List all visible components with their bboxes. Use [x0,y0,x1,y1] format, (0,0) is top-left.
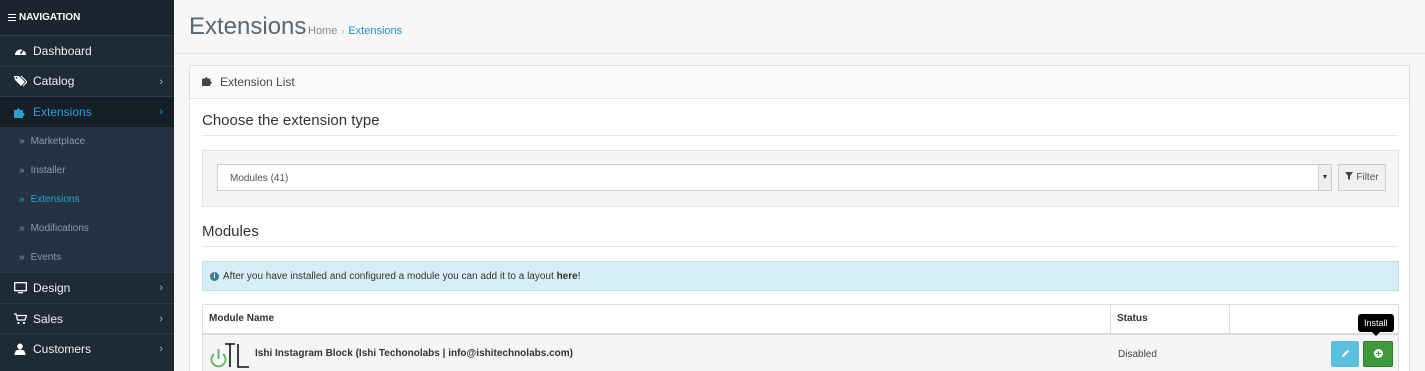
double-chevron-icon: » [19,135,25,147]
submenu-label: Modifications [30,223,89,235]
double-chevron-icon: » [19,223,25,235]
panel-title: Extension List [220,75,295,89]
tags-icon [12,75,28,87]
sidebar-item-label: Sales [33,311,64,326]
navigation-header[interactable]: NAVIGATION [0,0,174,35]
chevron-right-icon: › [159,75,163,88]
sidebar-item-sales[interactable]: Sales › [0,302,174,334]
submenu-item-extensions[interactable]: » Extensions [0,185,174,214]
modules-table: Module Name Status Ishi Instagram Block … [202,304,1399,371]
caret-down-icon[interactable]: ▼ [1318,165,1331,190]
sidebar-item-label: Dashboard [33,43,92,58]
submenu-item-events[interactable]: » Events [0,243,174,272]
double-chevron-icon: » [19,193,25,205]
chevron-right-icon: › [159,312,163,325]
table-row: Ishi Instagram Block (Ishi Techonolabs |… [203,335,1398,371]
edit-button[interactable] [1331,341,1359,367]
sidebar-item-design[interactable]: Design › [0,272,174,303]
sidebar-item-label: Extensions [33,104,92,119]
page-title: Extensions [189,13,307,40]
user-icon [12,343,28,356]
divider [202,246,1398,247]
sidebar-item-extensions[interactable]: Extensions › [0,96,174,127]
alert-here-link[interactable]: here [557,271,578,282]
install-tooltip: Install [1358,314,1394,336]
submenu-label: Marketplace [30,135,86,147]
page-header: Extensions Home › Extensions [174,0,1425,54]
submenu-item-modifications[interactable]: » Modifications [0,214,174,243]
module-logo-icon [210,343,249,368]
select-value: Modules (41) [230,173,289,184]
extension-type-select[interactable]: Modules (41) ▼ [217,164,1332,191]
navigation-label: NAVIGATION [19,12,81,23]
chevron-right-icon: › [159,106,163,118]
panel-heading: Extension List [190,66,1409,99]
sidebar-item-label: Customers [33,342,92,357]
filter-button[interactable]: Filter [1338,164,1386,191]
hamburger-icon [8,13,16,22]
info-circle-icon: i [210,271,219,281]
puzzle-icon [12,106,28,118]
double-chevron-icon: » [19,252,25,264]
modules-heading: Modules [202,223,259,240]
column-header-module-name[interactable]: Module Name [203,305,274,333]
pencil-icon [1341,347,1350,361]
breadcrumb-extensions[interactable]: Extensions [348,25,402,37]
sidebar-item-label: Catalog [33,74,75,89]
submenu-label: Installer [30,164,66,176]
filter-label: Filter [1356,172,1379,183]
column-header-status[interactable]: Status [1111,305,1148,333]
funnel-icon [1345,172,1354,183]
alert-text: After you have installed and configured … [223,270,554,282]
puzzle-icon [202,75,214,89]
module-name: Ishi Instagram Block (Ishi Techonolabs |… [255,348,573,359]
sidebar-item-customers[interactable]: Customers › [0,333,174,364]
extensions-submenu: » Marketplace » Installer » Extensions » Mod… [0,126,174,273]
submenu-item-installer[interactable]: » Installer [0,156,174,185]
sidebar-item-dashboard[interactable]: Dashboard [0,35,174,66]
divider [202,135,1398,136]
alert-end: ! [577,270,581,282]
sidebar-item-catalog[interactable]: Catalog › [0,65,174,97]
submenu-item-marketplace[interactable]: » Marketplace [0,127,174,156]
submenu-label: Events [30,252,62,264]
sidebar-item-label: Design [33,281,71,296]
plus-circle-icon [1373,347,1383,361]
breadcrumb-separator-icon: › [341,26,345,36]
filter-well: Modules (41) ▼ Filter [202,150,1399,207]
info-alert: i After you have installed and configure… [202,261,1399,291]
monitor-icon [12,282,28,294]
dashboard-icon [12,45,28,56]
sidebar: NAVIGATION Dashboard Catalog › Extension… [0,0,174,371]
breadcrumb-home[interactable]: Home [308,25,337,37]
submenu-label: Extensions [30,193,80,205]
breadcrumb: Home › Extensions [308,25,402,37]
chevron-right-icon: › [159,343,163,356]
double-chevron-icon: » [19,164,25,176]
extension-list-panel: Extension List Choose the extension type… [189,65,1410,371]
install-button[interactable] [1363,341,1393,367]
cart-icon [12,313,28,325]
chevron-right-icon: › [159,282,163,295]
module-status: Disabled [1118,349,1157,360]
choose-type-heading: Choose the extension type [202,112,380,129]
